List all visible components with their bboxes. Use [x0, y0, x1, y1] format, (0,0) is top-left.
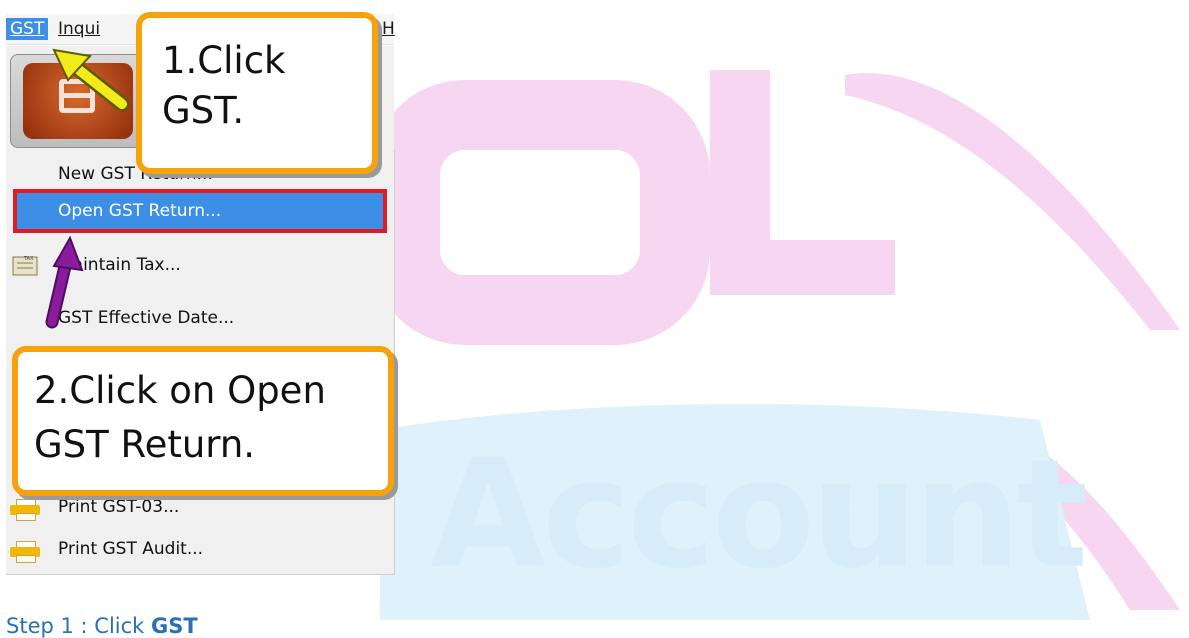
annotation-arrows — [45, 48, 130, 329]
printer-icon — [10, 499, 40, 521]
step-caption: Step 1 : Click GST — [6, 614, 198, 638]
step-caption-bold: GST — [151, 614, 198, 638]
yellow-arrow-icon — [52, 48, 130, 112]
printer-icon — [10, 541, 40, 563]
menu-item-print-gst-audit[interactable]: Print GST Audit... — [6, 531, 394, 567]
purple-arrow-icon — [45, 235, 84, 329]
step-caption-prefix: Step 1 : Click — [6, 614, 151, 638]
watermark-text: Account — [430, 428, 1088, 602]
callout-step-2-line2: GST Return. — [34, 423, 256, 466]
